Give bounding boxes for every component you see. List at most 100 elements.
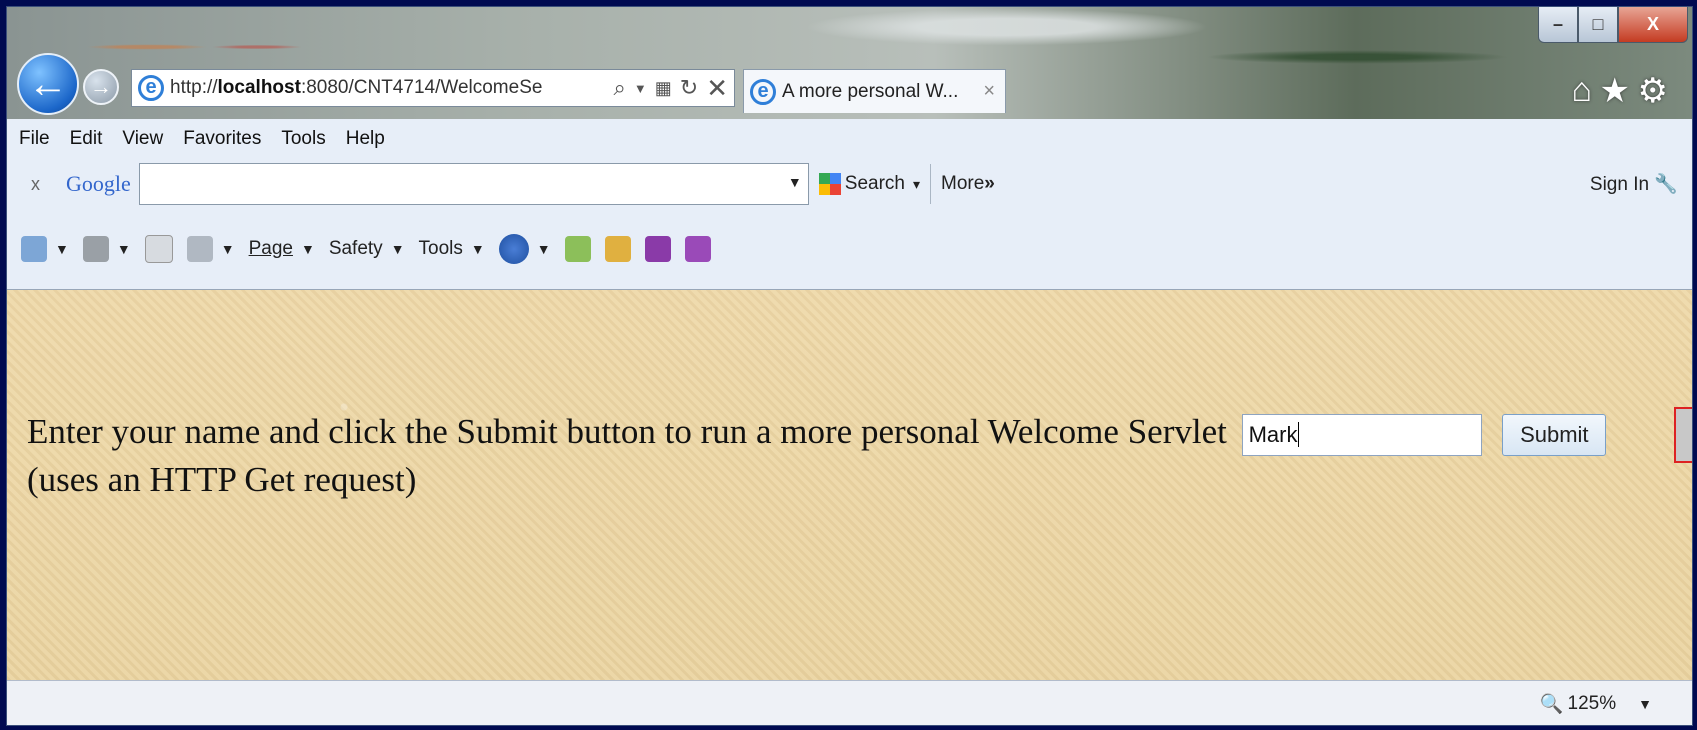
side-tab-marker[interactable] — [1674, 407, 1692, 463]
blog-button[interactable] — [604, 236, 631, 262]
menu-favorites[interactable]: Favorites — [183, 128, 261, 150]
more-chevron-icon: » — [984, 173, 995, 194]
chevron-down-icon: ▼ — [470, 241, 485, 257]
pen-icon — [604, 236, 631, 262]
chevron-down-icon: ▼ — [390, 241, 405, 257]
google-color-icon — [818, 173, 841, 195]
people-icon — [564, 236, 591, 262]
minimize-button[interactable]: – — [1538, 7, 1578, 43]
ie-logo-icon: e — [138, 75, 164, 101]
tab-ie-icon: e — [750, 78, 776, 105]
text-cursor — [1298, 421, 1300, 447]
forward-arrow-icon: → — [90, 74, 112, 99]
onenote-icon — [644, 236, 671, 262]
tools-label: Tools — [418, 238, 463, 259]
chevron-down-icon[interactable]: ▼ — [117, 241, 131, 257]
menu-help[interactable]: Help — [346, 128, 385, 150]
stop-icon[interactable]: ✕ — [706, 73, 728, 104]
menu-file[interactable]: File — [19, 128, 50, 150]
back-button[interactable]: ← — [17, 53, 79, 115]
address-bar[interactable]: e http://localhost:8080/CNT4714/WelcomeS… — [131, 69, 735, 107]
tab-title: A more personal W... — [782, 80, 959, 102]
home-icon — [21, 236, 47, 262]
url-host: localhost — [217, 77, 301, 98]
chevron-down-icon: ▼ — [300, 241, 315, 257]
safety-label: Safety — [328, 238, 383, 259]
url-rest: :8080/CNT4714/WelcomeSe — [300, 77, 543, 98]
gear-icon[interactable]: ⚙ — [1638, 71, 1668, 111]
address-bar-icons: ⌕ ▼ ▦ ↻ ✕ — [614, 73, 734, 104]
search-icon[interactable]: ⌕ — [614, 75, 626, 101]
sign-in-label: Sign In — [1589, 174, 1650, 195]
help-button[interactable]: ▼ — [498, 234, 551, 264]
name-input[interactable]: Mark — [1241, 413, 1482, 456]
google-logo: Google — [66, 171, 131, 197]
title-bar: – □ X ← → e http://localhost:8080/CNT471… — [7, 7, 1692, 119]
menu-bar: File Edit View Favorites Tools Help — [7, 119, 1692, 159]
back-arrow-icon: ← — [28, 61, 68, 106]
chevron-down-icon[interactable]: ▼ — [55, 241, 69, 257]
browser-window: – □ X ← → e http://localhost:8080/CNT471… — [6, 6, 1693, 726]
sign-in-link[interactable]: Sign In 🔧 — [1590, 172, 1678, 196]
zoom-level: 125% — [1567, 692, 1617, 714]
home-button[interactable]: ▼ — [21, 236, 69, 262]
maximize-button[interactable]: □ — [1578, 7, 1618, 43]
zoom-icon: 🔍 — [1539, 693, 1564, 715]
chevron-down-icon[interactable]: ▼ — [221, 241, 235, 257]
command-bar: ▼ ▼ ▼ Page ▼ Safety ▼ Tools ▼ ▼ — [7, 209, 1692, 290]
page-menu[interactable]: Page ▼ — [249, 238, 315, 260]
form-prompt: Enter your name and click the Submit but… — [27, 408, 1667, 504]
help-icon — [498, 234, 529, 264]
prompt-text: Enter your name and click the Submit but… — [27, 412, 1227, 451]
google-search-label: Search — [844, 173, 905, 194]
favorites-icon[interactable]: ★ — [1600, 71, 1630, 111]
safety-menu[interactable]: Safety ▼ — [329, 238, 405, 260]
page-label: Page — [248, 238, 293, 259]
screen-frame: – □ X ← → e http://localhost:8080/CNT471… — [0, 0, 1697, 730]
chevron-down-icon[interactable]: ▼ — [537, 241, 551, 257]
printer-icon — [186, 236, 213, 262]
google-search-input[interactable]: ▼ — [138, 163, 809, 205]
print-button[interactable]: ▼ — [186, 236, 235, 262]
toolbar-close-icon[interactable]: x — [31, 174, 40, 195]
tab-close-icon[interactable]: × — [983, 80, 995, 103]
url-prefix: http:// — [170, 77, 218, 98]
window-controls: – □ X — [1538, 7, 1688, 47]
onenote-link-button[interactable] — [684, 236, 711, 262]
compat-view-icon[interactable]: ▦ — [655, 78, 672, 99]
status-bar: 🔍 125% ▼ — [7, 680, 1692, 725]
toolbar-divider — [930, 164, 931, 204]
research-button[interactable] — [564, 236, 591, 262]
more-label: More — [941, 173, 985, 194]
menu-tools[interactable]: Tools — [281, 128, 325, 150]
tools-menu[interactable]: Tools ▼ — [419, 238, 485, 260]
wrench-icon[interactable]: 🔧 — [1654, 174, 1678, 195]
forward-button[interactable]: → — [83, 69, 119, 105]
search-dropdown-icon[interactable]: ▼ — [788, 174, 802, 190]
prompt-subtext: (uses an HTTP Get request) — [27, 460, 417, 499]
more-button[interactable]: More» — [941, 173, 995, 195]
rss-icon — [82, 236, 109, 262]
zoom-control[interactable]: 🔍 125% ▼ — [1540, 692, 1652, 716]
menu-view[interactable]: View — [122, 128, 163, 150]
address-url[interactable]: http://localhost:8080/CNT4714/WelcomeSe — [170, 77, 614, 99]
name-value: Mark — [1248, 421, 1298, 447]
onenote-linked-icon — [684, 236, 711, 262]
submit-button[interactable]: Submit — [1502, 413, 1607, 456]
read-mail-button[interactable] — [144, 235, 173, 263]
onenote-send-button[interactable] — [644, 236, 671, 262]
refresh-icon[interactable]: ↻ — [680, 75, 698, 101]
google-logo-text: Google — [66, 171, 131, 196]
page-content: Enter your name and click the Submit but… — [7, 290, 1692, 680]
close-button[interactable]: X — [1618, 7, 1688, 43]
google-toolbar: x Google ▼ Search ▾ More» Sign In 🔧 — [7, 159, 1692, 209]
google-search-button[interactable]: Search ▾ — [818, 173, 920, 195]
chevron-down-icon[interactable]: ▼ — [1638, 696, 1652, 712]
feeds-button[interactable]: ▼ — [82, 236, 131, 262]
menu-edit[interactable]: Edit — [70, 128, 103, 150]
home-icon[interactable]: ⌂ — [1571, 71, 1592, 110]
mail-icon — [144, 235, 173, 263]
dropdown-icon[interactable]: ▼ — [634, 81, 647, 96]
tab-active[interactable]: e A more personal W... × — [743, 69, 1006, 113]
chevron-down-icon[interactable]: ▾ — [913, 176, 920, 193]
